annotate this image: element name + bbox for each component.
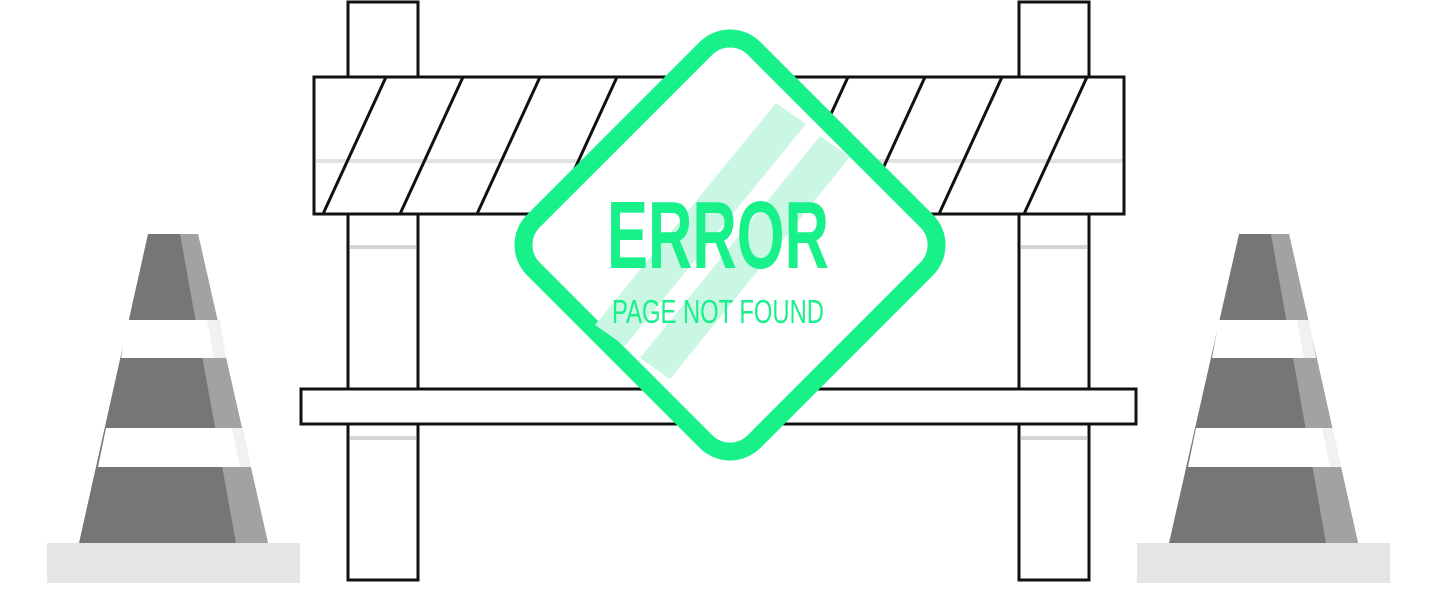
cone-base: [47, 543, 300, 583]
traffic-cone-icon: [1137, 234, 1390, 583]
sign-title: ERROR: [607, 182, 829, 289]
traffic-cone-icon: [47, 234, 300, 583]
cone-base: [1137, 543, 1390, 583]
sign-subtitle: PAGE NOT FOUND: [612, 293, 824, 330]
error-illustration: ERROR PAGE NOT FOUND: [47, 0, 1390, 583]
